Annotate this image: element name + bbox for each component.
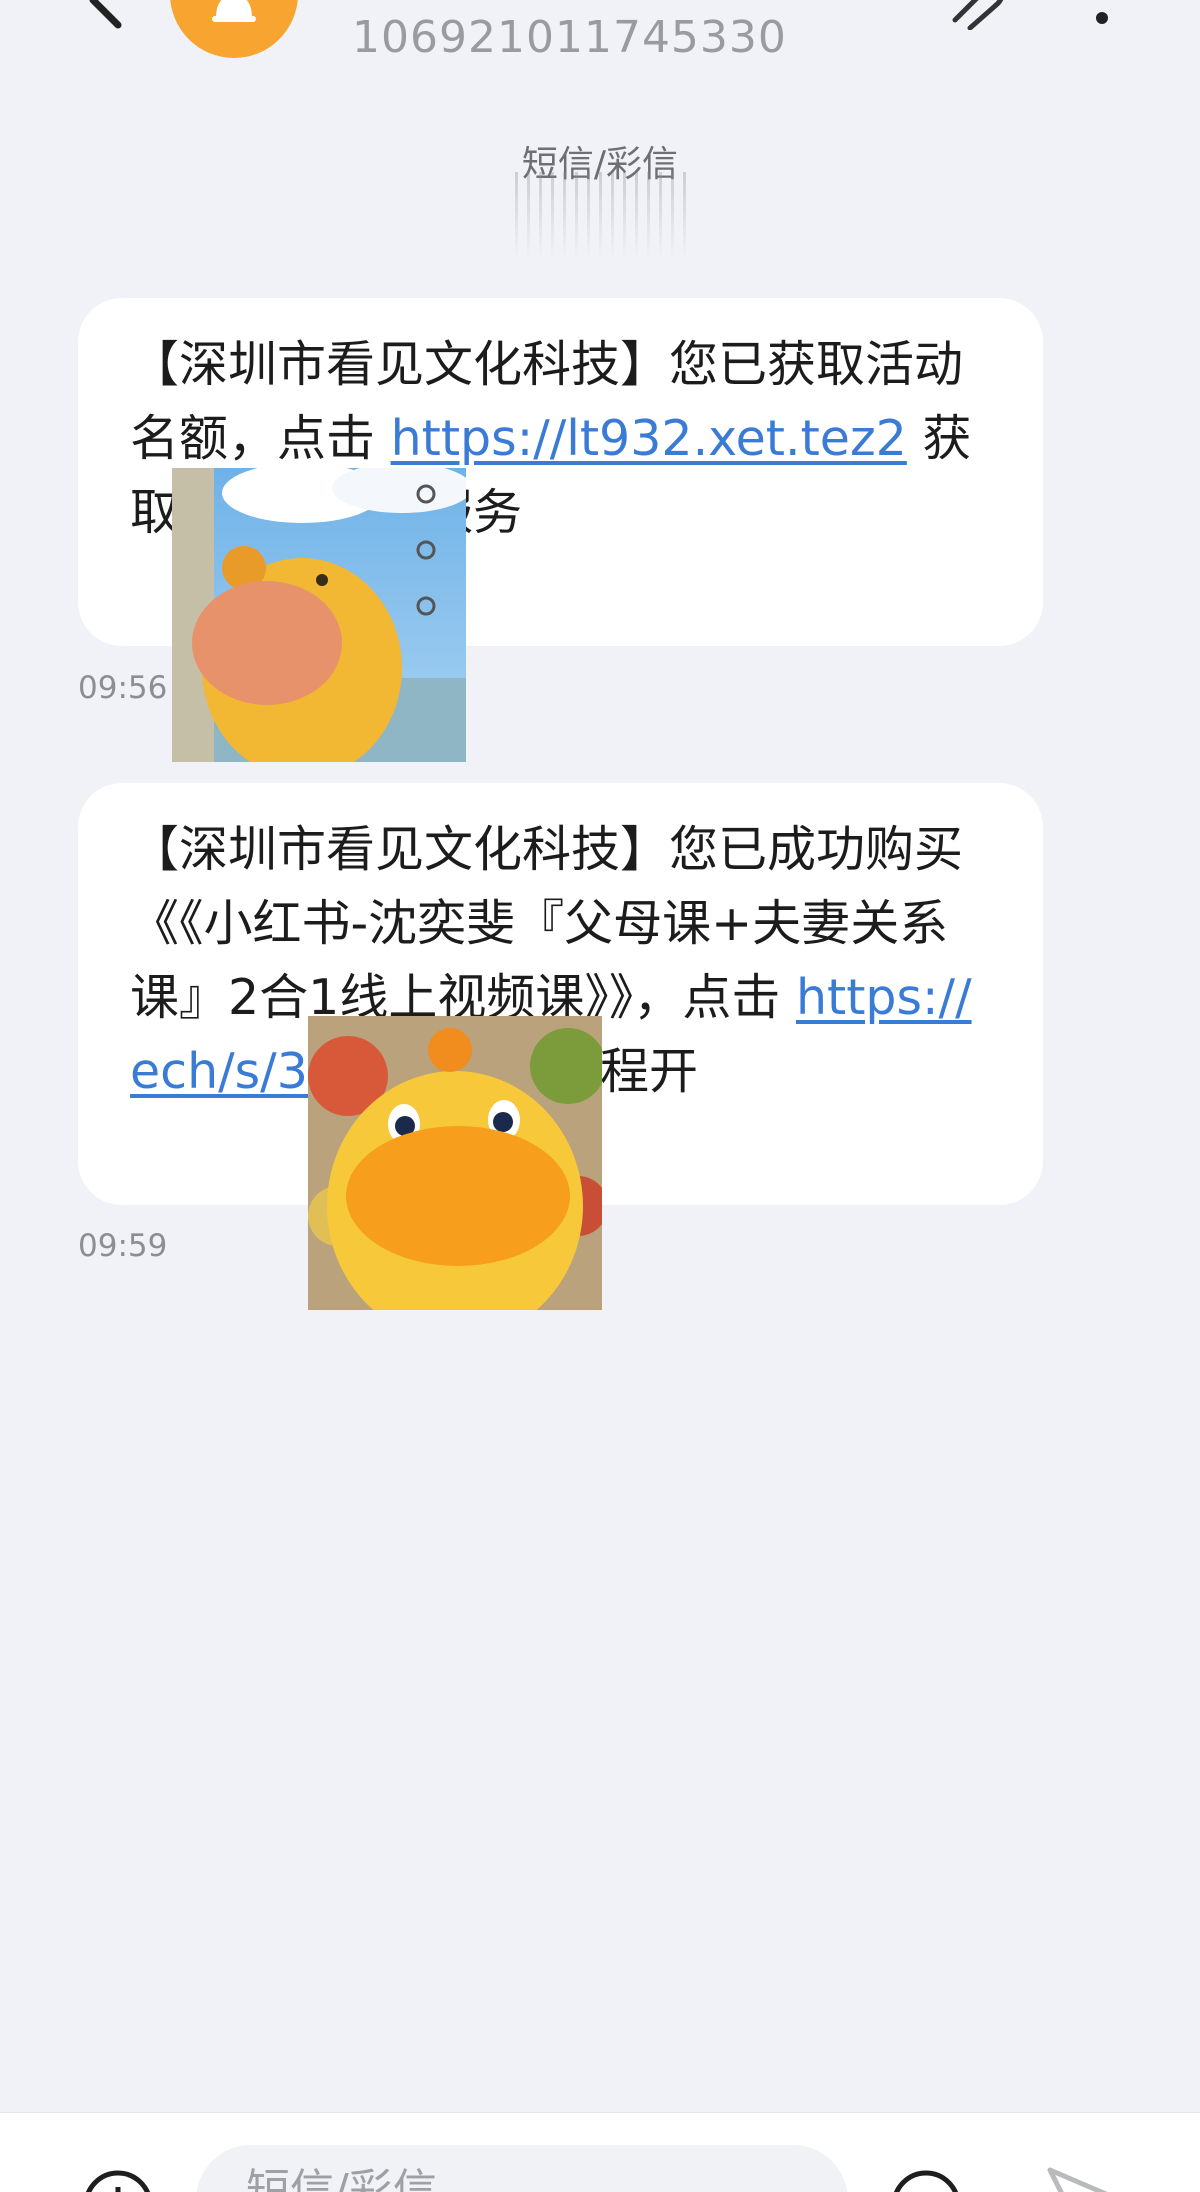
send-icon[interactable]: [1045, 2165, 1125, 2192]
emoji-icon[interactable]: [888, 2167, 964, 2192]
attachment-icon[interactable]: [945, 0, 1005, 30]
message-time: 09:56: [78, 670, 168, 706]
composer-bar: 短信/彩信: [0, 2112, 1200, 2192]
message-time: 09:59: [78, 1228, 168, 1264]
message-input[interactable]: 短信/彩信: [196, 2145, 848, 2192]
bell-icon: [212, 0, 256, 22]
message-link[interactable]: https://: [796, 969, 972, 1026]
message-link[interactable]: https://lt932.xet.te: [391, 410, 850, 467]
cartoon-sticker-image: [308, 1016, 602, 1310]
divider-decoration: [515, 172, 687, 258]
add-icon[interactable]: [80, 2167, 156, 2192]
cartoon-sticker-image: [172, 468, 466, 762]
contact-avatar[interactable]: [170, 0, 298, 58]
back-arrow-icon[interactable]: [78, 0, 138, 30]
sender-number: 106921011745330: [352, 12, 787, 63]
message-link-tail[interactable]: z2: [850, 410, 907, 467]
more-options-icon[interactable]: [1090, 6, 1114, 36]
conversation-header: 106921011745330: [0, 0, 1200, 80]
sms-conversation-screen: 106921011745330 短信/彩信 【深圳市看见文化科技】您已获取活动名…: [0, 0, 1200, 2192]
